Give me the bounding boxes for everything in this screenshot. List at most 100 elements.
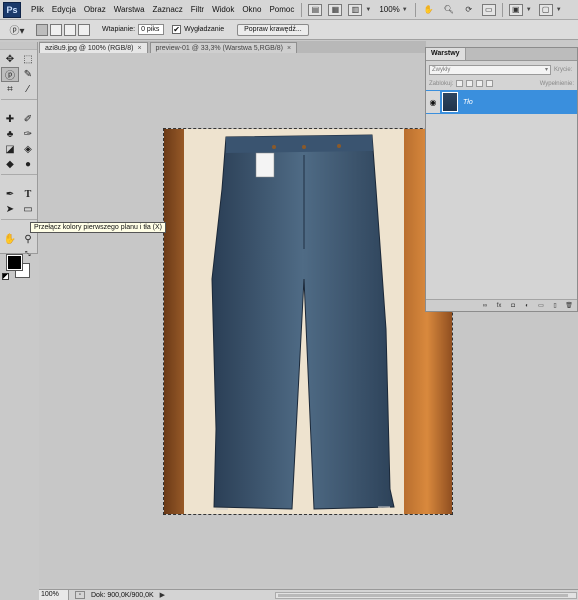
lock-row: Zablokuj: Wypełnienie:: [426, 78, 577, 89]
adjustment-layer-icon[interactable]: ◐: [523, 302, 531, 310]
link-layers-icon[interactable]: ∞: [481, 302, 489, 310]
healing-brush-tool-icon[interactable]: ✚: [1, 112, 19, 127]
menu-separator: [301, 2, 303, 17]
rotate-view-icon[interactable]: ⟳: [462, 4, 476, 16]
crop-tool-icon[interactable]: ⌗: [1, 82, 19, 97]
lock-label: Zablokuj:: [429, 80, 454, 87]
toolbox-grip[interactable]: [0, 42, 37, 50]
layer-name[interactable]: Tło: [463, 99, 473, 106]
lock-transparency-icon[interactable]: [456, 80, 464, 87]
menu-window[interactable]: Okno: [238, 5, 265, 14]
tab-layers[interactable]: Warstwy: [426, 48, 466, 60]
bridge-icon[interactable]: ▤: [308, 3, 323, 16]
pen-tool-icon[interactable]: ✒: [1, 187, 19, 202]
type-tool-icon[interactable]: T: [19, 187, 37, 202]
tab-label: azi8u9.jpg @ 100% (RGB/8): [45, 45, 134, 52]
screen-mode-icon[interactable]: ▢: [538, 3, 553, 16]
add-to-selection-icon[interactable]: [50, 23, 62, 36]
quick-selection-tool-icon[interactable]: ✎: [19, 67, 37, 82]
tab-document-azi8u9[interactable]: azi8u9.jpg @ 100% (RGB/8) ×: [39, 42, 148, 53]
chevron-down-icon[interactable]: ▼: [526, 7, 532, 13]
paint-bucket-tool-icon[interactable]: ◈: [19, 142, 37, 157]
chevron-down-icon: ▾: [544, 66, 548, 73]
intersect-selection-icon[interactable]: [78, 23, 90, 36]
tab-label: preview-01 @ 33,3% (Warstwa 5,RGB/8): [155, 45, 283, 52]
tools-grid: ✥ ⬚ ⓟ ✎ ⌗ ⁄ ✚ ✐ ♣ ✑ ◪ ◈ ◆ ● ✒ T ➤ ▭ ✋ ⚲: [0, 50, 37, 249]
default-colors-icon[interactable]: [2, 273, 9, 280]
opacity-label: Krycie:: [554, 66, 573, 73]
color-swatches: ⤡: [0, 251, 37, 281]
hand-tool-icon[interactable]: ✋: [422, 4, 436, 16]
menu-edit[interactable]: Edycja: [48, 5, 80, 14]
menu-filter[interactable]: Filtr: [187, 5, 208, 14]
close-icon[interactable]: ×: [287, 45, 291, 52]
jeans-photo: [164, 129, 452, 514]
chevron-down-icon[interactable]: ▼: [556, 7, 562, 13]
tab-document-preview-01[interactable]: preview-01 @ 33,3% (Warstwa 5,RGB/8) ×: [149, 42, 298, 53]
layer-row[interactable]: ◉ Tło: [426, 90, 577, 114]
delete-layer-icon[interactable]: 🗑︎: [565, 302, 573, 310]
status-info-icon[interactable]: ▫: [75, 591, 85, 599]
blend-mode-select[interactable]: Zwykły ▾: [429, 64, 551, 75]
blur-tool-icon[interactable]: ◆: [1, 157, 19, 172]
move-tool-icon[interactable]: ✥: [1, 52, 19, 67]
horizontal-scrollbar[interactable]: [275, 592, 577, 599]
swap-colors-icon[interactable]: ⤡: [25, 251, 31, 259]
refine-edge-button[interactable]: Popraw krawędź...: [237, 23, 309, 36]
menu-bar: Ps Plik Edycja Obraz Warstwa Zaznacz Fil…: [0, 0, 578, 20]
marquee-tool-icon[interactable]: ⬚: [19, 52, 37, 67]
chevron-right-icon[interactable]: ▶: [160, 591, 165, 599]
swap-colors-tooltip: Przełącz kolory pierwszego planu i tła (…: [30, 222, 166, 233]
eye-icon[interactable]: ◉: [426, 91, 440, 113]
scrollbar-thumb[interactable]: [278, 594, 568, 597]
new-selection-icon[interactable]: [36, 23, 48, 36]
chevron-down-icon[interactable]: ▼: [402, 7, 408, 13]
layer-thumbnail: [442, 92, 458, 112]
lock-all-icon[interactable]: [486, 80, 494, 87]
menu-image[interactable]: Obraz: [80, 5, 110, 14]
subtract-from-selection-icon[interactable]: [64, 23, 76, 36]
antialias-checkbox[interactable]: ✔: [172, 25, 182, 34]
document-image[interactable]: [163, 128, 453, 515]
view-extras-icon[interactable]: ▥: [348, 3, 363, 16]
ruler-icon[interactable]: ▭: [481, 3, 496, 16]
clone-stamp-tool-icon[interactable]: ♣: [1, 127, 19, 142]
feather-label: Wtapianie:: [102, 26, 136, 33]
foreground-color-swatch[interactable]: [6, 254, 23, 271]
chevron-down-icon[interactable]: ▼: [365, 7, 371, 13]
hand-tool-icon[interactable]: ✋: [1, 232, 19, 247]
brush-tool-icon[interactable]: ✐: [19, 112, 37, 127]
fill-label: Wypełnienie:: [539, 80, 574, 87]
menu-layer[interactable]: Warstwa: [110, 5, 149, 14]
lasso-tool-icon[interactable]: ⓟ: [1, 67, 19, 82]
photoshop-logo: Ps: [3, 1, 21, 18]
zoom-field[interactable]: 100%: [39, 590, 69, 600]
shape-tool-icon[interactable]: ▭: [19, 202, 37, 217]
feather-input[interactable]: 0 piks: [138, 24, 165, 35]
lock-pixels-icon[interactable]: [466, 80, 474, 87]
zoom-level-display[interactable]: 100%: [379, 5, 399, 14]
menu-help[interactable]: Pomoc: [265, 5, 298, 14]
menu-select[interactable]: Zaznacz: [149, 5, 187, 14]
blend-row: Zwykły ▾ Krycie:: [426, 64, 577, 75]
lasso-preset-icon[interactable]: ⓟ▾: [6, 22, 28, 38]
layer-style-icon[interactable]: fx: [495, 302, 503, 310]
lock-position-icon[interactable]: [476, 80, 484, 87]
menu-file[interactable]: Plik: [27, 5, 48, 14]
zoom-tool-icon[interactable]: 🔍︎: [442, 4, 456, 16]
new-group-icon[interactable]: ▭: [537, 302, 545, 310]
layers-panel-footer: ∞ fx ◘ ◐ ▭ ▯ 🗑︎: [426, 299, 577, 311]
arrange-documents-icon[interactable]: ▣: [508, 3, 523, 16]
close-icon[interactable]: ×: [137, 45, 141, 52]
zoom-tool-icon[interactable]: ⚲: [19, 232, 37, 247]
add-mask-icon[interactable]: ◘: [509, 302, 517, 310]
menu-view[interactable]: Widok: [208, 5, 238, 14]
eyedropper-tool-icon[interactable]: ⁄: [19, 82, 37, 97]
path-selection-tool-icon[interactable]: ➤: [1, 202, 19, 217]
eraser-tool-icon[interactable]: ◪: [1, 142, 19, 157]
mini-bridge-icon[interactable]: ▦: [328, 3, 343, 16]
selection-mode-group: [36, 23, 92, 36]
new-layer-icon[interactable]: ▯: [551, 302, 559, 310]
history-brush-tool-icon[interactable]: ✑: [19, 127, 37, 142]
dodge-tool-icon[interactable]: ●: [19, 157, 37, 172]
